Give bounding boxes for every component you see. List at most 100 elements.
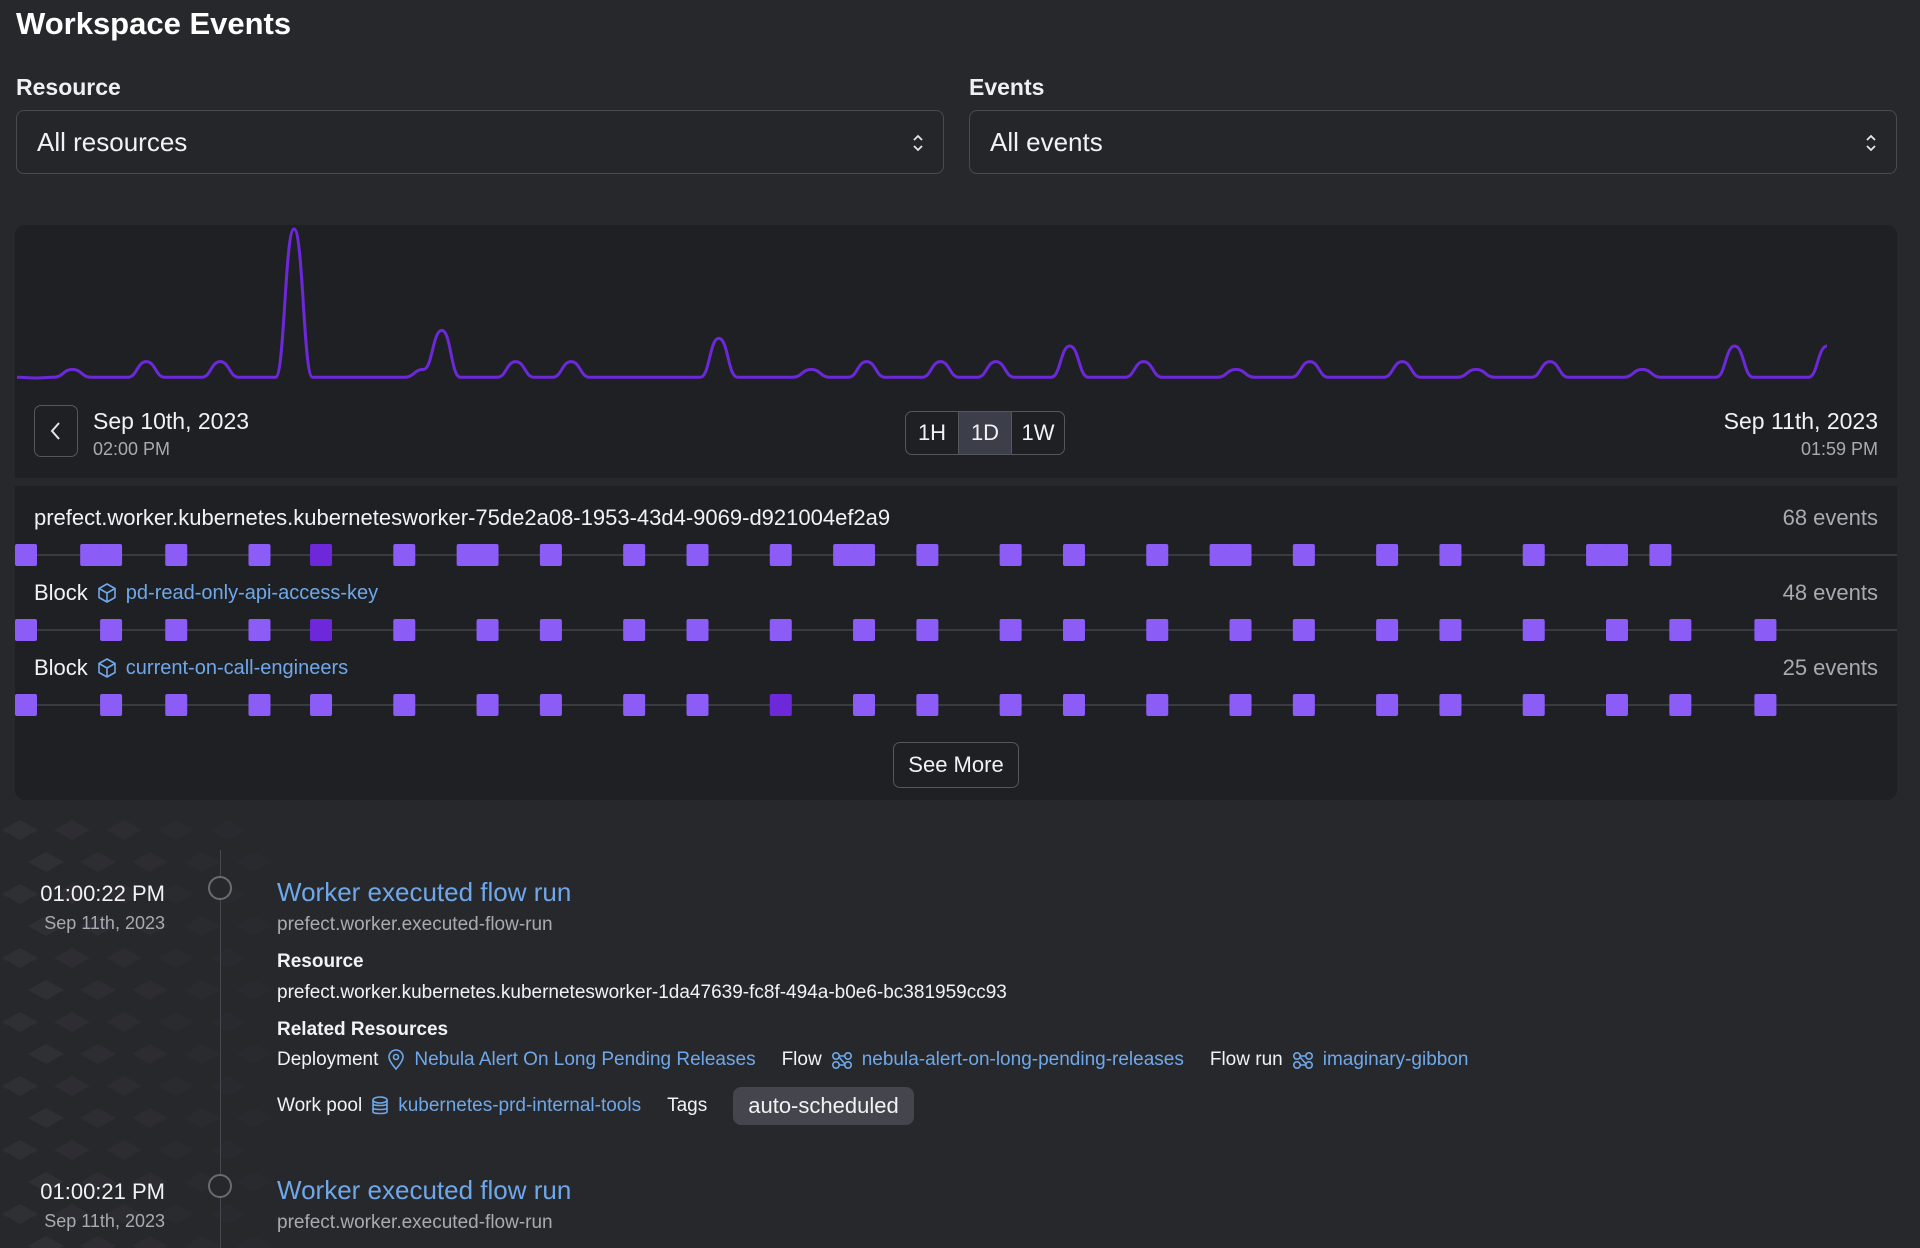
event-marker[interactable] (769, 694, 792, 716)
range-button-1h[interactable]: 1H (906, 412, 958, 454)
event-marker[interactable] (165, 694, 188, 716)
resource-row-label[interactable]: Block pd-read-only-api-access-key (34, 580, 378, 606)
range-end: Sep 11th, 2023 01:59 PM (1724, 408, 1878, 460)
resource-filter-select[interactable]: All resources (16, 110, 944, 174)
event-marker[interactable] (1376, 694, 1399, 716)
event-marker[interactable] (393, 694, 416, 716)
event-marker[interactable] (1376, 544, 1399, 566)
event-marker[interactable] (539, 619, 562, 641)
range-button-1w[interactable]: 1W (1012, 412, 1064, 454)
event-marker[interactable] (1292, 694, 1315, 716)
event-marker[interactable] (1062, 544, 1085, 566)
event-marker[interactable] (476, 544, 499, 566)
events-filter-select[interactable]: All events (969, 110, 1897, 174)
event-marker[interactable] (248, 694, 271, 716)
event-marker[interactable] (999, 619, 1022, 641)
event-marker[interactable] (686, 694, 709, 716)
event-marker[interactable] (623, 694, 646, 716)
event-marker[interactable] (1439, 694, 1462, 716)
events-sparkline[interactable] (15, 225, 1897, 395)
event-marker[interactable] (1146, 544, 1169, 566)
event-marker[interactable] (916, 694, 939, 716)
range-button-1d[interactable]: 1D (958, 412, 1012, 454)
event-marker[interactable] (539, 694, 562, 716)
event-marker[interactable] (476, 694, 499, 716)
event-marker[interactable] (833, 544, 856, 566)
event-marker[interactable] (1292, 619, 1315, 641)
event-title-link[interactable]: Worker executed flow run (277, 877, 571, 908)
see-more-button[interactable]: See More (893, 742, 1019, 788)
event-marker[interactable] (853, 544, 876, 566)
event-marker[interactable] (999, 544, 1022, 566)
event-marker[interactable] (1062, 694, 1085, 716)
event-marker[interactable] (310, 619, 333, 641)
resource-row-label[interactable]: Block current-on-call-engineers (34, 655, 348, 681)
work-pool-link[interactable]: kubernetes-prd-internal-tools (398, 1095, 641, 1117)
event-marker[interactable] (1586, 544, 1609, 566)
event-marker[interactable] (248, 544, 271, 566)
event-marker[interactable] (393, 544, 416, 566)
event-marker[interactable] (1146, 619, 1169, 641)
event-marker[interactable] (1522, 694, 1545, 716)
event-marker[interactable] (1669, 694, 1692, 716)
event-marker[interactable] (1754, 694, 1777, 716)
event-marker[interactable] (456, 544, 479, 566)
event-marker[interactable] (769, 544, 792, 566)
event-marker[interactable] (165, 544, 188, 566)
resource-row-label[interactable]: prefect.worker.kubernetes.kuberneteswork… (34, 505, 890, 531)
event-marker[interactable] (1605, 619, 1628, 641)
event-marker[interactable] (310, 544, 333, 566)
event-marker[interactable] (1229, 544, 1252, 566)
event-marker[interactable] (100, 694, 123, 716)
event-marker[interactable] (1209, 544, 1232, 566)
event-marker[interactable] (853, 619, 876, 641)
event-marker[interactable] (686, 544, 709, 566)
event-marker[interactable] (393, 619, 416, 641)
flow-link[interactable]: nebula-alert-on-long-pending-releases (862, 1049, 1184, 1071)
event-marker[interactable] (15, 619, 37, 641)
deployment-link[interactable]: Nebula Alert On Long Pending Releases (414, 1049, 755, 1071)
event-marker[interactable] (80, 544, 103, 566)
event-marker[interactable] (310, 694, 333, 716)
event-marker[interactable] (686, 619, 709, 641)
event-marker[interactable] (999, 694, 1022, 716)
event-marker[interactable] (916, 544, 939, 566)
event-marker[interactable] (623, 544, 646, 566)
event-marker[interactable] (1522, 544, 1545, 566)
resource-link[interactable]: current-on-call-engineers (126, 657, 348, 680)
event-marker[interactable] (769, 619, 792, 641)
event-marker[interactable] (100, 619, 123, 641)
event-marker[interactable] (165, 619, 188, 641)
event-marker[interactable] (1649, 544, 1672, 566)
work-pool-label: Work pool (277, 1095, 363, 1116)
event-marker[interactable] (1669, 619, 1692, 641)
event-marker[interactable] (1292, 544, 1315, 566)
event-marker[interactable] (1439, 544, 1462, 566)
event-marker[interactable] (1605, 694, 1628, 716)
event-marker[interactable] (100, 544, 123, 566)
previous-range-button[interactable] (34, 405, 78, 457)
event-marker[interactable] (539, 544, 562, 566)
event-marker[interactable] (1229, 619, 1252, 641)
event-marker[interactable] (1062, 619, 1085, 641)
event-marker[interactable] (15, 694, 37, 716)
event-marker[interactable] (1376, 619, 1399, 641)
pattern-diamond (28, 980, 64, 1000)
event-marker[interactable] (15, 544, 37, 566)
event-marker[interactable] (1522, 619, 1545, 641)
event-title-link[interactable]: Worker executed flow run (277, 1175, 571, 1206)
event-marker[interactable] (248, 619, 271, 641)
event-marker[interactable] (1146, 694, 1169, 716)
resource-link[interactable]: pd-read-only-api-access-key (126, 582, 378, 605)
event-marker[interactable] (916, 619, 939, 641)
event-marker[interactable] (623, 619, 646, 641)
page-title: Workspace Events (16, 6, 292, 41)
event-marker[interactable] (1439, 619, 1462, 641)
event-marker[interactable] (476, 619, 499, 641)
range-selector: 1H 1D 1W (905, 411, 1065, 455)
event-marker[interactable] (853, 694, 876, 716)
event-marker[interactable] (1229, 694, 1252, 716)
event-marker[interactable] (1754, 619, 1777, 641)
event-marker[interactable] (1605, 544, 1628, 566)
flow-run-link[interactable]: imaginary-gibbon (1323, 1049, 1469, 1071)
